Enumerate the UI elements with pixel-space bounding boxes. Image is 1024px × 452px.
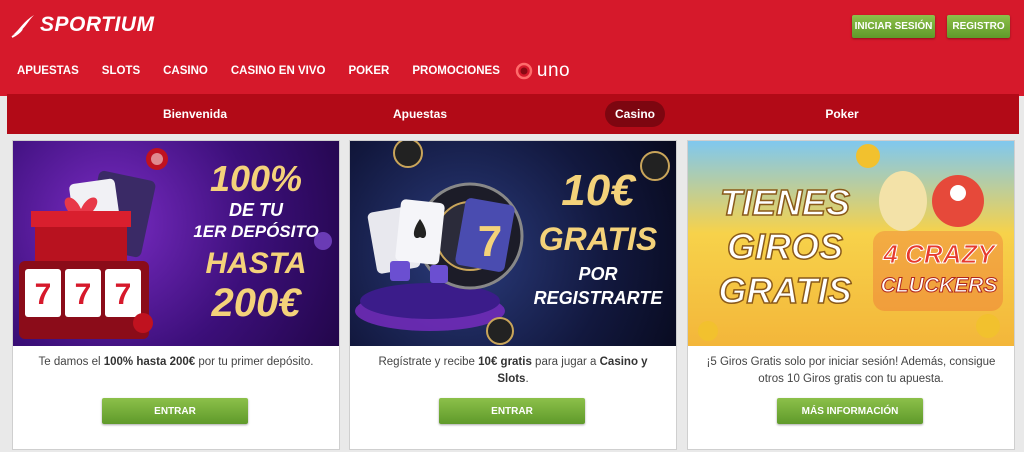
- free-spins-banner[interactable]: TIENES GIROS GRATIS 4 CRAZY CLUCKERS: [688, 141, 1014, 346]
- promo-description: Regístrate y recibe 10€ gratis para juga…: [378, 356, 648, 385]
- svg-text:7: 7: [35, 278, 52, 311]
- login-button[interactable]: INICIAR SESIÓN: [852, 15, 935, 38]
- banner-line: 200€: [211, 281, 301, 325]
- svg-text:7: 7: [75, 278, 92, 311]
- banner-line: HASTA: [205, 247, 307, 280]
- svg-text:7: 7: [115, 278, 132, 311]
- tab-poker[interactable]: Poker: [807, 101, 877, 127]
- uno-label: uno: [536, 60, 571, 81]
- banner-line: TIENES: [719, 182, 851, 223]
- register-banner[interactable]: 7 10€ GRATIS POR REGISTRARTE: [350, 141, 676, 346]
- main-nav: APUESTAS SLOTS CASINO CASINO EN VIVO POK…: [17, 60, 570, 82]
- register-button[interactable]: REGISTRO: [947, 15, 1010, 38]
- nav-item-apuestas[interactable]: APUESTAS: [17, 65, 79, 77]
- tab-casino[interactable]: Casino: [605, 101, 665, 127]
- banner-line: DE TU: [229, 200, 283, 220]
- tab-bienvenida[interactable]: Bienvenida: [150, 101, 240, 127]
- promo-card-deposit: 7 7 7 100% DE TU 1ER DEPÓSITO HASTA 200€…: [12, 140, 340, 450]
- banner-line: 10€: [561, 166, 635, 215]
- banner-line: GIROS: [726, 226, 844, 267]
- promo-description: ¡5 Giros Gratis solo por iniciar sesión!…: [706, 356, 996, 385]
- nav-item-poker[interactable]: POKER: [348, 65, 389, 77]
- enter-button[interactable]: ENTRAR: [439, 398, 585, 424]
- tab-apuestas[interactable]: Apuestas: [375, 101, 465, 127]
- nav-item-casino-en-vivo[interactable]: CASINO EN VIVO: [231, 65, 326, 77]
- banner-line: POR: [578, 264, 618, 284]
- nav-item-promociones[interactable]: PROMOCIONES: [412, 65, 500, 77]
- svg-text:7: 7: [478, 217, 502, 266]
- banner-line: 4 CRAZY: [883, 239, 995, 269]
- banner-line: 100%: [209, 158, 303, 199]
- promo-description: Te damos el 100% hasta 200€ por tu prime…: [38, 356, 314, 368]
- nav-item-casino[interactable]: CASINO: [163, 65, 208, 77]
- uno-link[interactable]: uno: [515, 60, 570, 82]
- more-info-button[interactable]: MÁS INFORMACIÓN: [777, 398, 923, 424]
- sportium-logo[interactable]: SPORTIUM: [10, 8, 154, 42]
- promo-card-free-spins: TIENES GIROS GRATIS 4 CRAZY CLUCKERS ¡5 …: [687, 140, 1015, 450]
- enter-button[interactable]: ENTRAR: [102, 398, 248, 424]
- top-header: SPORTIUM INICIAR SESIÓN REGISTRO APUESTA…: [0, 0, 1024, 96]
- banner-line: 1ER DEPÓSITO: [193, 222, 319, 241]
- banner-line: GRATIS: [538, 221, 658, 257]
- banner-line: GRATIS: [718, 270, 853, 311]
- banner-line: REGISTRARTE: [533, 288, 663, 308]
- nav-item-slots[interactable]: SLOTS: [102, 65, 140, 77]
- deposit-banner[interactable]: 7 7 7 100% DE TU 1ER DEPÓSITO HASTA 200€: [13, 141, 339, 346]
- uno-ring-icon: [515, 62, 533, 80]
- banner-line: CLUCKERS: [880, 274, 998, 297]
- promo-card-register: 7 10€ GRATIS POR REGISTRARTE Regístrate …: [349, 140, 677, 450]
- swoosh-icon: [11, 15, 34, 38]
- section-tabs: Bienvenida Apuestas Casino Poker: [7, 94, 1019, 134]
- brand-name: SPORTIUM: [40, 13, 155, 36]
